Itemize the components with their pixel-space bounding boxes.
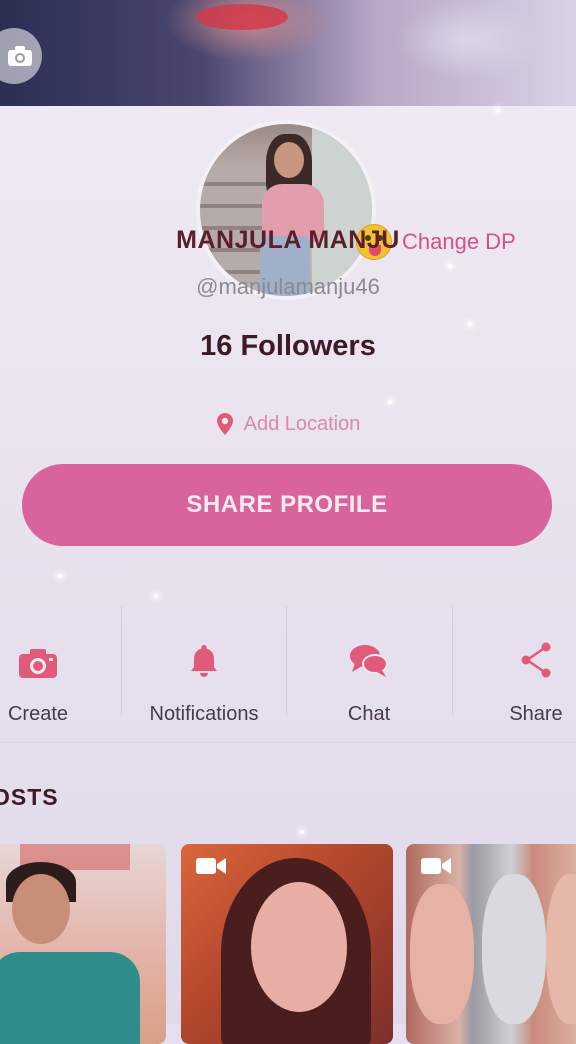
post-thumbnail[interactable] xyxy=(406,844,576,1044)
create-action[interactable]: Create xyxy=(0,600,88,726)
sparkle-decoration xyxy=(154,594,158,598)
bell-icon xyxy=(191,645,217,677)
share-profile-button[interactable]: SHARE PROFILE xyxy=(22,464,552,546)
post-thumbnail[interactable] xyxy=(181,844,393,1044)
edit-cover-button[interactable] xyxy=(0,28,42,84)
camera-icon xyxy=(8,46,32,66)
profile-card: Change DP MANJULA MANJU @manjulamanju46 … xyxy=(0,106,576,1044)
profile-handle: @manjulamanju46 xyxy=(196,274,380,299)
sparkle-decoration xyxy=(448,264,452,268)
add-location-label: Add Location xyxy=(243,412,361,435)
chat-label: Chat xyxy=(347,703,391,725)
followers-count[interactable]: 16 Followers xyxy=(0,330,576,363)
add-location-link[interactable]: Add Location xyxy=(0,412,576,436)
share-label: Share xyxy=(509,703,563,725)
create-label: Create xyxy=(7,703,69,725)
share-icon xyxy=(521,642,551,678)
notifications-action[interactable]: Notifications xyxy=(123,600,285,726)
profile-name: MANJULA MANJU xyxy=(176,226,400,254)
cover-photo xyxy=(0,0,576,106)
cover-photo-detail xyxy=(196,4,288,30)
section-divider xyxy=(0,742,576,743)
sparkle-decoration xyxy=(468,322,472,326)
sparkle-decoration xyxy=(300,830,304,834)
sparkle-decoration xyxy=(388,400,392,404)
action-divider xyxy=(286,606,287,716)
avatar[interactable] xyxy=(196,120,376,300)
action-bar: Create Notifications Chat Share xyxy=(0,600,576,726)
video-camera-icon xyxy=(421,858,451,874)
video-camera-icon xyxy=(196,858,226,874)
action-divider xyxy=(452,606,453,716)
share-action[interactable]: Share xyxy=(456,600,576,726)
notifications-label: Notifications xyxy=(149,703,259,725)
sparkle-decoration xyxy=(496,108,500,112)
location-pin-icon xyxy=(216,413,233,435)
post-thumbnail[interactable] xyxy=(0,844,166,1044)
camera-icon xyxy=(19,649,57,678)
action-divider xyxy=(121,606,122,716)
chat-action[interactable]: Chat xyxy=(288,600,450,726)
sparkle-decoration xyxy=(58,574,62,578)
posts-section-title: OSTS xyxy=(0,784,59,810)
chat-bubbles-icon xyxy=(350,645,388,677)
